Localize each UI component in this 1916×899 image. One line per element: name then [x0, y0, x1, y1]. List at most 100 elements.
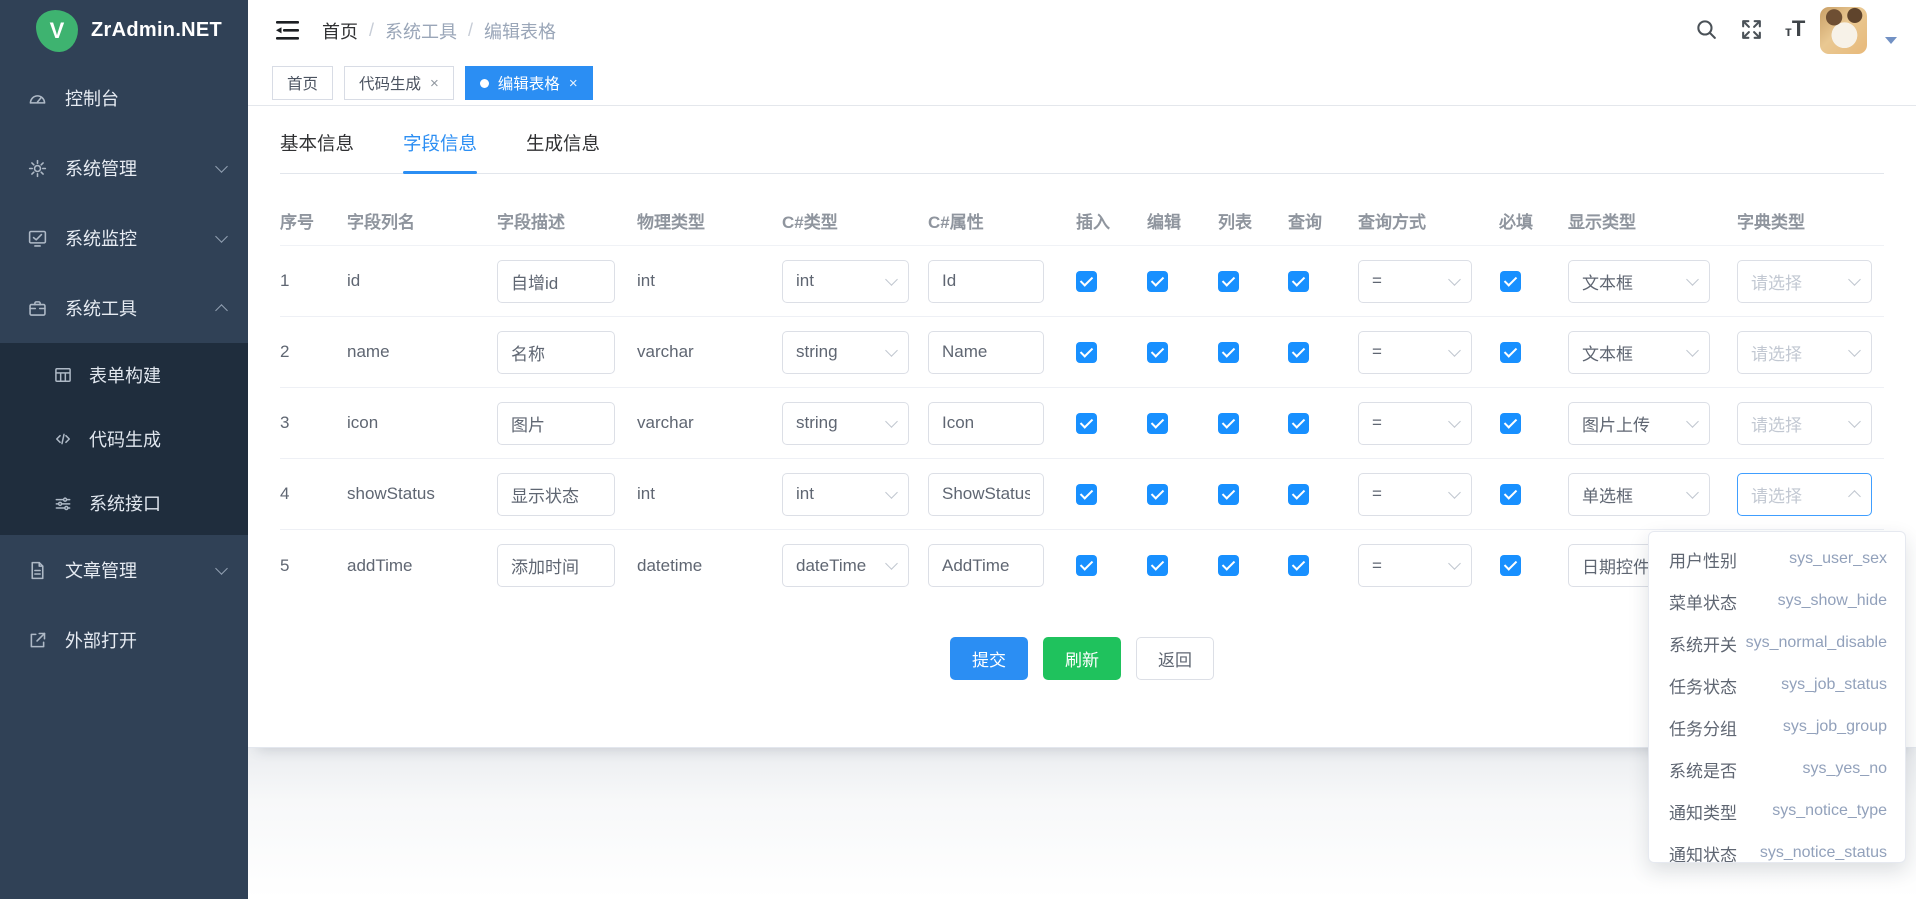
cs-type-select[interactable]: int	[782, 473, 909, 516]
search-icon	[1694, 17, 1719, 42]
insert-checkbox[interactable]	[1076, 484, 1097, 505]
avatar-caret-icon[interactable]	[1885, 37, 1897, 44]
query-checkbox[interactable]	[1288, 342, 1309, 363]
user-avatar[interactable]	[1820, 7, 1867, 54]
sidebar-item-system-monitor[interactable]: 系统监控	[0, 203, 248, 273]
dict-option-yes-no[interactable]: 系统是否 sys_yes_no	[1649, 748, 1905, 790]
edit-checkbox[interactable]	[1147, 413, 1168, 434]
dict-option-job-status[interactable]: 任务状态 sys_job_status	[1649, 664, 1905, 706]
select-value: string	[796, 413, 838, 433]
cs-attr-input[interactable]	[928, 402, 1044, 445]
dict-option-show-hide[interactable]: 菜单状态 sys_show_hide	[1649, 580, 1905, 622]
breadcrumb-home[interactable]: 首页	[322, 18, 358, 44]
dict-option-value: sys_notice_type	[1772, 802, 1887, 820]
list-checkbox[interactable]	[1218, 484, 1239, 505]
display-type-select[interactable]: 图片上传	[1568, 402, 1710, 445]
search-button[interactable]	[1694, 17, 1719, 47]
dict-type-select-open[interactable]: 请选择	[1737, 473, 1872, 516]
query-checkbox[interactable]	[1288, 555, 1309, 576]
cs-attr-input[interactable]	[928, 544, 1044, 587]
dict-option-normal-disable[interactable]: 系统开关 sys_normal_disable	[1649, 622, 1905, 664]
tab-generation-info[interactable]: 生成信息	[526, 130, 600, 173]
query-mode-select[interactable]: =	[1358, 402, 1472, 445]
dict-option-job-group[interactable]: 任务分组 sys_job_group	[1649, 706, 1905, 748]
refresh-button[interactable]: 刷新	[1043, 637, 1121, 680]
query-mode-select[interactable]: =	[1358, 544, 1472, 587]
edit-checkbox[interactable]	[1147, 484, 1168, 505]
cs-type-select[interactable]: int	[782, 260, 909, 303]
dict-option-notice-type[interactable]: 通知类型 sys_notice_type	[1649, 790, 1905, 832]
sidebar-item-form-builder[interactable]: 表单构建	[0, 343, 248, 407]
chevron-down-icon	[215, 230, 228, 243]
select-value: int	[796, 271, 814, 291]
tag-edit-table[interactable]: 编辑表格 ×	[465, 66, 593, 100]
required-checkbox[interactable]	[1500, 555, 1521, 576]
display-type-select[interactable]: 单选框	[1568, 473, 1710, 516]
sidebar-item-system-tools[interactable]: 系统工具	[0, 273, 248, 343]
query-mode-select[interactable]: =	[1358, 473, 1472, 516]
query-checkbox[interactable]	[1288, 271, 1309, 292]
field-desc-input[interactable]	[497, 260, 615, 303]
cs-type-select[interactable]: dateTime	[782, 544, 909, 587]
sidebar-item-external-open[interactable]: 外部打开	[0, 605, 248, 675]
field-desc-input[interactable]	[497, 402, 615, 445]
required-checkbox[interactable]	[1500, 342, 1521, 363]
sidebar-collapse-button[interactable]	[274, 19, 301, 47]
query-mode-select[interactable]: =	[1358, 260, 1472, 303]
cs-attr-input[interactable]	[928, 331, 1044, 374]
sidebar-item-dashboard[interactable]: 控制台	[0, 63, 248, 133]
sidebar-item-system-admin[interactable]: 系统管理	[0, 133, 248, 203]
cs-type-select[interactable]: string	[782, 402, 909, 445]
dict-option-user-sex[interactable]: 用户性别 sys_user_sex	[1649, 538, 1905, 580]
breadcrumb-separator: /	[369, 20, 374, 41]
cs-attr-input[interactable]	[928, 260, 1044, 303]
close-icon[interactable]: ×	[569, 76, 578, 91]
insert-checkbox[interactable]	[1076, 555, 1097, 576]
required-checkbox[interactable]	[1500, 271, 1521, 292]
sidebar-item-system-api[interactable]: 系统接口	[0, 471, 248, 535]
tag-label: 代码生成	[359, 72, 421, 94]
insert-checkbox[interactable]	[1076, 413, 1097, 434]
edit-checkbox[interactable]	[1147, 342, 1168, 363]
field-desc-input[interactable]	[497, 473, 615, 516]
fullscreen-button[interactable]	[1739, 17, 1764, 47]
tag-home[interactable]: 首页	[272, 66, 333, 100]
close-icon[interactable]: ×	[430, 76, 439, 91]
insert-checkbox[interactable]	[1076, 271, 1097, 292]
sidebar-item-code-generation[interactable]: 代码生成	[0, 407, 248, 471]
tab-field-info[interactable]: 字段信息	[403, 130, 477, 173]
dict-type-select[interactable]: 请选择	[1737, 402, 1872, 445]
query-checkbox[interactable]	[1288, 413, 1309, 434]
display-type-select[interactable]: 文本框	[1568, 260, 1710, 303]
cs-attr-input[interactable]	[928, 473, 1044, 516]
required-checkbox[interactable]	[1500, 484, 1521, 505]
dict-option-notice-status[interactable]: 通知状态 sys_notice_status	[1649, 832, 1905, 863]
field-desc-input[interactable]	[497, 544, 615, 587]
list-checkbox[interactable]	[1218, 271, 1239, 292]
insert-checkbox[interactable]	[1076, 342, 1097, 363]
field-column-name: icon	[347, 413, 497, 433]
submit-button[interactable]: 提交	[950, 637, 1028, 680]
form-builder-icon	[53, 365, 73, 385]
edit-checkbox[interactable]	[1147, 271, 1168, 292]
list-checkbox[interactable]	[1218, 555, 1239, 576]
sidebar-item-article-admin[interactable]: 文章管理	[0, 535, 248, 605]
list-checkbox[interactable]	[1218, 342, 1239, 363]
tab-basic-info[interactable]: 基本信息	[280, 130, 354, 173]
sidebar: V ZrAdmin.NET 控制台 系统管理	[0, 0, 248, 899]
row-index: 5	[280, 556, 347, 576]
dict-type-select[interactable]: 请选择	[1737, 331, 1872, 374]
font-size-button[interactable]: тT	[1785, 16, 1805, 42]
edit-checkbox[interactable]	[1147, 555, 1168, 576]
required-checkbox[interactable]	[1500, 413, 1521, 434]
list-checkbox[interactable]	[1218, 413, 1239, 434]
cs-type-select[interactable]: string	[782, 331, 909, 374]
dict-type-select[interactable]: 请选择	[1737, 260, 1872, 303]
field-desc-input[interactable]	[497, 331, 615, 374]
app-logo[interactable]: V ZrAdmin.NET	[0, 0, 248, 61]
tag-code-generation[interactable]: 代码生成 ×	[344, 66, 454, 100]
back-button[interactable]: 返回	[1136, 637, 1214, 680]
query-checkbox[interactable]	[1288, 484, 1309, 505]
display-type-select[interactable]: 文本框	[1568, 331, 1710, 374]
query-mode-select[interactable]: =	[1358, 331, 1472, 374]
